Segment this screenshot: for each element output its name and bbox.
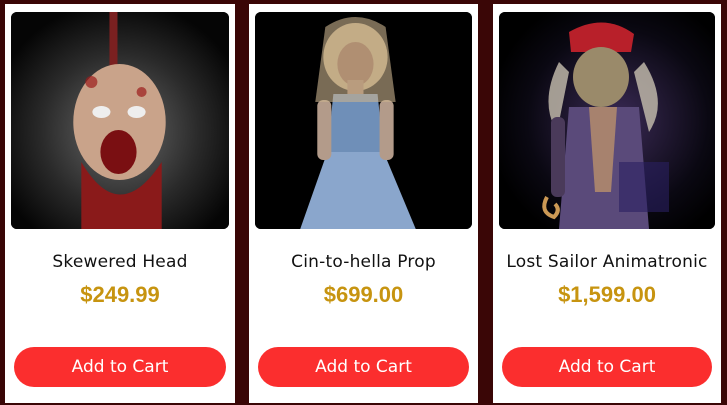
product-title[interactable]: Lost Sailor Animatronic bbox=[493, 252, 721, 272]
product-card-cin-to-hella: Cin-to-hella Prop $699.00 Add to Cart bbox=[249, 4, 478, 403]
product-card-skewered-head: Skewered Head $249.99 Add to Cart bbox=[5, 4, 235, 403]
add-to-cart-button[interactable]: Add to Cart bbox=[14, 347, 226, 387]
add-to-cart-button[interactable]: Add to Cart bbox=[258, 347, 469, 387]
product-image-lost-sailor[interactable] bbox=[499, 12, 715, 229]
product-image-skewered-head[interactable] bbox=[11, 12, 229, 229]
add-to-cart-button[interactable]: Add to Cart bbox=[502, 347, 712, 387]
product-title[interactable]: Skewered Head bbox=[5, 252, 235, 272]
product-grid: Skewered Head $249.99 Add to Cart Cin-to… bbox=[0, 0, 727, 405]
product-card-lost-sailor: Lost Sailor Animatronic $1,599.00 Add to… bbox=[493, 4, 721, 403]
product-price: $249.99 bbox=[80, 282, 160, 307]
product-image-cin-to-hella[interactable] bbox=[255, 12, 472, 229]
product-price: $699.00 bbox=[323, 282, 404, 307]
product-price: $1,599.00 bbox=[558, 282, 656, 307]
product-title[interactable]: Cin-to-hella Prop bbox=[249, 252, 478, 272]
